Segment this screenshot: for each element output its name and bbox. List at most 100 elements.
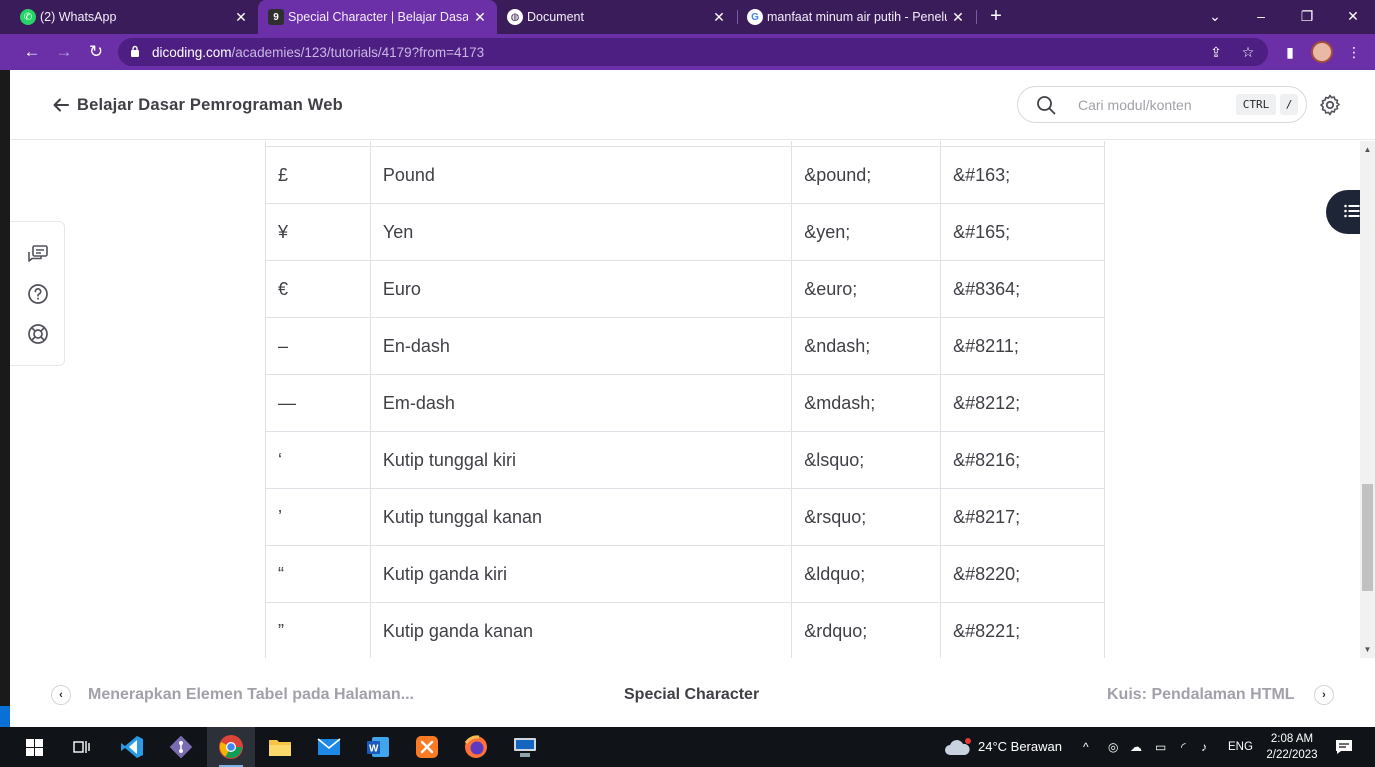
shortcut-slash-key: / (1280, 94, 1298, 115)
scrollbar-thumb[interactable] (1362, 484, 1373, 591)
address-bar[interactable]: dicoding.com/academies/123/tutorials/417… (118, 38, 1268, 66)
entity-name-cell: &yen; (791, 203, 942, 261)
weather-text[interactable]: 24°C Berawan (978, 727, 1062, 767)
discussion-icon[interactable] (27, 244, 49, 266)
description-cell: Kutip tunggal kiri (369, 431, 793, 489)
lock-icon (131, 45, 139, 57)
entity-name-cell: &ndash; (791, 317, 942, 375)
scroll-down-arrow-icon[interactable]: ▼ (1363, 645, 1372, 654)
browser-tab-strip: ✆ (2) WhatsApp ✕ 9 Special Character | B… (0, 0, 1375, 34)
weather-cloud-icon[interactable] (944, 737, 972, 757)
close-window-button[interactable]: ✕ (1343, 6, 1363, 26)
network-app-icon[interactable] (501, 727, 549, 767)
help-icon[interactable] (27, 283, 49, 305)
firefox-icon[interactable] (452, 727, 500, 767)
scroll-up-arrow-icon[interactable]: ▲ (1363, 145, 1372, 154)
table-row: € Euro &euro; &#8364; (265, 260, 1105, 318)
vertical-scrollbar[interactable]: ▲ ▼ (1360, 141, 1375, 658)
tray-meet-icon[interactable]: ◎ (1108, 727, 1118, 767)
char-cell: € (265, 260, 371, 318)
windows-start-icon[interactable] (10, 727, 58, 767)
entity-number-cell: &#8216; (940, 431, 1105, 489)
tab-whatsapp[interactable]: ✆ (2) WhatsApp ✕ (10, 0, 258, 34)
support-lifebuoy-icon[interactable] (27, 323, 49, 345)
url-path: /academies/123/tutorials/4179?from=4173 (231, 45, 485, 60)
char-cell: ‘ (265, 431, 371, 489)
entity-number-cell: &#8220; (940, 545, 1105, 603)
next-module-link[interactable]: Kuis: Pendalaman HTML (1107, 686, 1295, 704)
left-window-edge (0, 70, 10, 727)
dicoding-icon: 9 (268, 9, 284, 25)
table-row: – En-dash &ndash; &#8211; (265, 317, 1105, 375)
entity-name-cell: &lsquo; (791, 431, 942, 489)
word-icon[interactable]: W (354, 727, 402, 767)
task-view-icon[interactable] (58, 727, 106, 767)
entity-name-cell: &ldquo; (791, 545, 942, 603)
reload-button[interactable]: ↻ (86, 42, 106, 62)
input-language[interactable]: ENG (1228, 727, 1253, 767)
tray-volume-icon[interactable]: ♪ (1201, 727, 1207, 767)
git-icon[interactable] (157, 727, 205, 767)
tab-google-search[interactable]: G manfaat minum air putih - Penelu ✕ (737, 0, 975, 34)
entity-number-cell: &#165; (940, 203, 1105, 261)
clock-time: 2:08 AM (1270, 733, 1314, 745)
description-cell: Euro (369, 260, 793, 318)
vscode-icon[interactable] (108, 727, 156, 767)
page: Belajar Dasar Pemrograman Web Cari modul… (10, 70, 1375, 727)
char-cell: £ (265, 146, 371, 204)
prev-module-link[interactable]: Menerapkan Elemen Tabel pada Halaman... (88, 686, 414, 704)
entity-name-cell: &rsquo; (791, 488, 942, 546)
char-cell: — (265, 374, 371, 432)
char-cell: “ (265, 545, 371, 603)
new-tab-button[interactable]: + (986, 6, 1006, 26)
tray-wifi-icon[interactable]: ◜ (1181, 727, 1186, 767)
tab-search-chevron-icon[interactable]: ⌄ (1205, 6, 1225, 26)
description-cell: Kutip tunggal kanan (369, 488, 793, 546)
close-tab-icon[interactable]: ✕ (234, 9, 248, 25)
next-chevron-icon[interactable]: › (1314, 685, 1334, 705)
floating-sidebar (10, 221, 65, 366)
system-clock[interactable]: 2:08 AM 2/22/2023 (1258, 731, 1326, 763)
shortcut-ctrl-key: CTRL (1236, 94, 1276, 115)
profile-avatar[interactable] (1311, 41, 1333, 63)
entity-name-cell: &mdash; (791, 374, 942, 432)
tray-expand-chevron-icon[interactable]: ^ (1083, 727, 1089, 767)
char-cell: ¥ (265, 203, 371, 261)
back-button[interactable]: ← (22, 42, 42, 62)
share-icon[interactable]: ⇪ (1208, 44, 1224, 60)
clock-date: 2/22/2023 (1266, 749, 1318, 761)
prev-chevron-icon[interactable]: ‹ (51, 685, 71, 705)
file-explorer-icon[interactable] (256, 727, 304, 767)
entity-name-cell: &pound; (791, 146, 942, 204)
tab-document[interactable]: ◍ Document ✕ (497, 0, 736, 34)
maximize-button[interactable]: ❐ (1297, 6, 1317, 26)
entity-name-cell: &rdquo; (791, 602, 942, 658)
minimize-button[interactable]: – (1251, 6, 1271, 26)
close-tab-icon[interactable]: ✕ (473, 9, 487, 25)
close-tab-icon[interactable]: ✕ (951, 9, 965, 25)
search-box[interactable]: Cari modul/konten CTRL / (1017, 86, 1307, 123)
xampp-icon[interactable] (403, 727, 451, 767)
menu-kebab-icon[interactable]: ⋮ (1344, 42, 1364, 62)
tray-battery-icon[interactable]: ▭ (1155, 727, 1166, 767)
svg-text:W: W (369, 744, 379, 755)
description-cell: Kutip ganda kanan (369, 602, 793, 658)
chrome-icon[interactable] (207, 727, 255, 767)
gear-icon[interactable] (1318, 93, 1342, 117)
course-title[interactable]: Belajar Dasar Pemrograman Web (77, 96, 343, 115)
notification-icon[interactable] (1335, 739, 1353, 755)
tab-special-character[interactable]: 9 Special Character | Belajar Dasar P ✕ (258, 0, 497, 34)
description-cell: En-dash (369, 317, 793, 375)
module-navigation: ‹ Menerapkan Elemen Tabel pada Halaman..… (10, 658, 1375, 727)
tray-cloud-icon[interactable]: ☁ (1130, 727, 1142, 767)
table-row: “Kutip ganda kiri &ldquo; &#8220; (265, 545, 1105, 603)
bookmark-star-icon[interactable]: ☆ (1240, 44, 1256, 60)
side-panel-icon[interactable]: ▮ (1280, 42, 1300, 62)
mail-icon[interactable] (305, 727, 353, 767)
whatsapp-icon: ✆ (20, 9, 36, 25)
search-placeholder: Cari modul/konten (1078, 97, 1192, 113)
close-tab-icon[interactable]: ✕ (712, 9, 726, 25)
course-header: Belajar Dasar Pemrograman Web Cari modul… (10, 70, 1375, 140)
back-arrow-icon[interactable] (52, 96, 70, 114)
forward-button[interactable]: → (54, 42, 74, 62)
